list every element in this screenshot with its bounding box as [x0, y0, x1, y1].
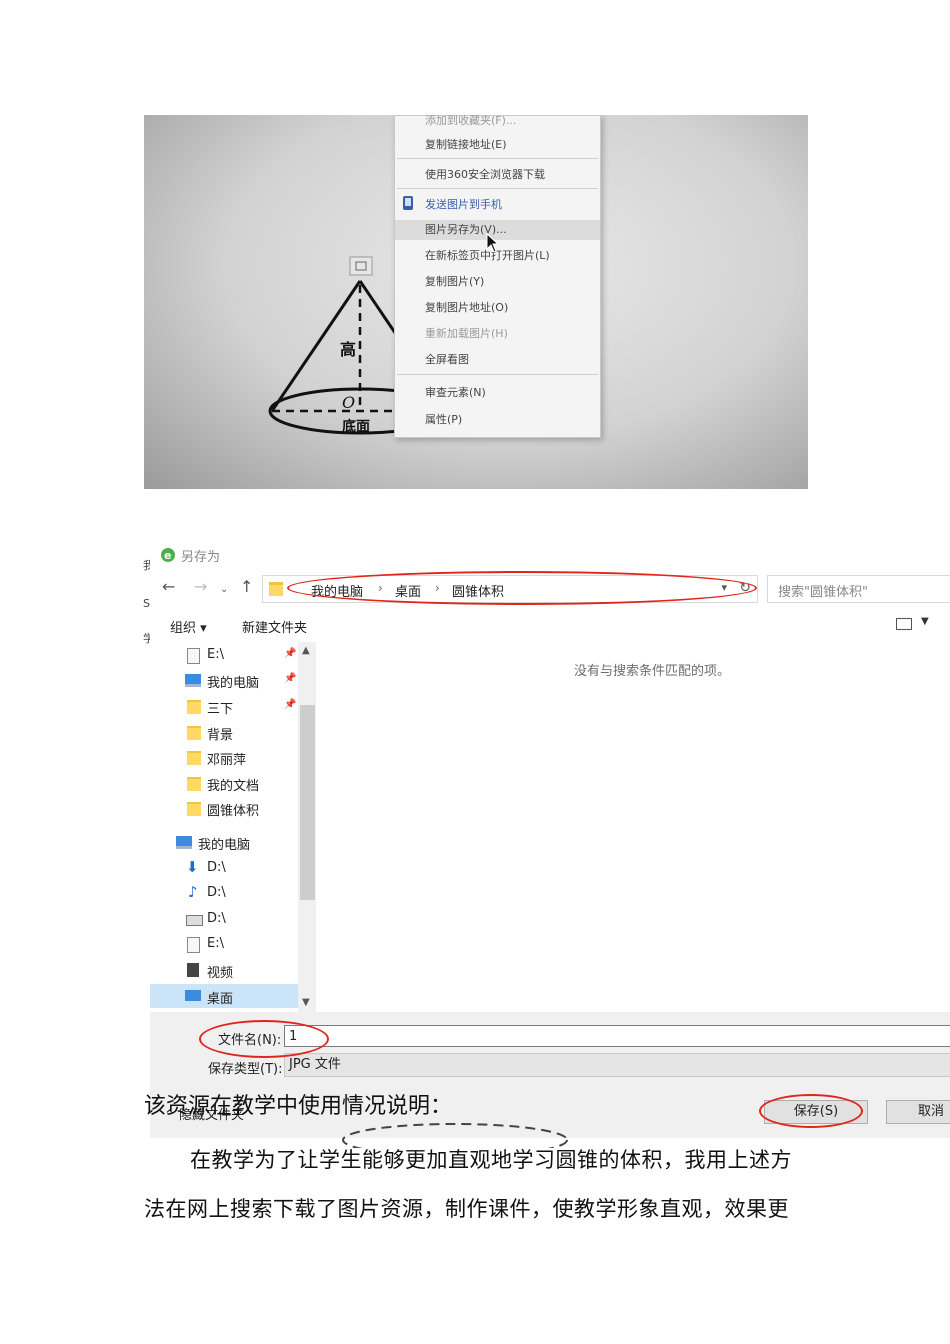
document-paragraph-line: 在教学为了让学生能够更加直观地学习圆锥的体积，我用上述方 [190, 1148, 792, 1172]
organize-button[interactable]: 组织 ▾ [170, 617, 207, 636]
menu-item-fullscreen[interactable]: 全屏看图 [425, 350, 469, 370]
nav-item-label: D:\ [207, 911, 226, 926]
empty-message: 没有与搜索条件匹配的项。 [574, 664, 731, 679]
dialog-title: 另存为 [181, 550, 221, 565]
folder-icon [187, 777, 201, 791]
film-icon [187, 963, 199, 977]
menu-item-360-download[interactable]: 使用360安全浏览器下载 [425, 165, 545, 185]
scroll-down-icon[interactable]: ▼ [302, 997, 310, 1008]
search-box[interactable]: 搜索"圆锥体积" [767, 575, 950, 603]
nav-item-e-drive-2[interactable]: E:\ [150, 932, 298, 956]
annotation-oval-save [759, 1094, 863, 1128]
nav-item-label: 背景 [207, 728, 234, 743]
nav-item-videos[interactable]: 视频 [150, 958, 298, 982]
document-paragraph-line: 法在网上搜索下载了图片资源，制作课件，使教学形象直观，效果更 [144, 1197, 789, 1221]
dialog-titlebar: e 另存为 [150, 540, 950, 570]
nav-item-label: 邓丽萍 [207, 753, 247, 768]
up-arrow-icon[interactable]: ↑ [240, 578, 253, 596]
folder-icon [187, 751, 201, 765]
height-label: 高 [340, 340, 356, 359]
pin-icon[interactable]: 📌 [284, 699, 296, 710]
recent-chevron-icon[interactable]: ⌄ [220, 581, 228, 599]
menu-separator [397, 158, 598, 159]
nav-item-desktop[interactable]: 桌面 [150, 984, 298, 1008]
drive-icon [187, 648, 200, 664]
base-label: 底面 [342, 418, 370, 435]
nav-item-my-documents[interactable]: 我的文档 [150, 771, 298, 795]
nav-item-label: 三下 [207, 702, 234, 717]
music-note-icon: ♪ [188, 883, 198, 901]
folder-icon [269, 582, 283, 596]
menu-item-reload-image[interactable]: 重新加载图片(H) [425, 324, 508, 344]
document-heading: 该资源在教学中使用情况说明： [144, 1094, 453, 1119]
folder-icon [187, 802, 201, 816]
folder-icon [187, 726, 201, 740]
menu-item-send-to-phone[interactable]: 发送图片到手机 [425, 195, 502, 215]
pin-icon[interactable]: 📌 [284, 648, 296, 659]
nav-item-label: D:\ [207, 885, 226, 900]
view-options-icon[interactable] [896, 618, 912, 630]
nav-item-d-drive-disk[interactable]: D:\ [150, 907, 298, 931]
nav-item-e-drive[interactable]: E:\ 📌 [150, 643, 298, 667]
annotation-oval-filename [199, 1020, 329, 1058]
file-list-area[interactable]: 没有与搜索条件匹配的项。 [316, 642, 950, 1012]
drive-icon [187, 937, 200, 953]
nav-item-label: 我的电脑 [207, 676, 260, 691]
folder-icon [187, 700, 201, 714]
nav-item-cone-volume[interactable]: 圆锥体积 [150, 796, 298, 820]
new-folder-button[interactable]: 新建文件夹 [242, 617, 307, 636]
menu-separator [397, 188, 598, 189]
dialog-toolbar: 组织 ▾ 新建文件夹 ▼ [150, 606, 950, 643]
scrollbar-thumb[interactable] [300, 705, 315, 900]
chevron-down-icon[interactable]: ▼ [921, 616, 929, 627]
browser-e-icon: e [161, 548, 175, 562]
nav-item-label: D:\ [207, 860, 226, 875]
menu-item-add-favorite[interactable]: 添加到收藏夹(F)... [425, 115, 516, 131]
search-placeholder: 搜索"圆锥体积" [778, 585, 868, 600]
cancel-button[interactable]: 取消 [886, 1100, 950, 1124]
nav-item-my-computer-quick[interactable]: 我的电脑 📌 [150, 668, 298, 692]
back-arrow-icon[interactable]: ← [162, 578, 175, 596]
nav-item-background[interactable]: 背景 [150, 720, 298, 744]
nav-item-d-drive-music[interactable]: ♪ D:\ [150, 881, 298, 905]
menu-item-copy-image-address[interactable]: 复制图片地址(O) [425, 298, 508, 318]
nav-item-label: 我的电脑 [198, 838, 251, 853]
nav-item-label: 我的文档 [207, 779, 260, 794]
menu-item-copy-image[interactable]: 复制图片(Y) [425, 272, 484, 292]
nav-item-deng-liping[interactable]: 邓丽萍 [150, 745, 298, 769]
annotation-oval-address [287, 571, 757, 605]
menu-item-properties[interactable]: 属性(P) [425, 410, 462, 430]
nav-item-label: E:\ [207, 647, 224, 662]
cone-photo: 高 O 底面 添加到收藏夹(F)... 复制链接地址(E) 使用360安全浏览器… [144, 115, 808, 489]
center-label: O [342, 393, 355, 412]
svg-text:e: e [164, 549, 171, 562]
download-arrow-icon: ⬇ [186, 858, 199, 876]
nav-item-sanxia[interactable]: 三下 📌 [150, 694, 298, 718]
computer-icon [176, 836, 192, 849]
menu-separator [397, 374, 598, 375]
desktop-icon [185, 990, 201, 1001]
filetype-select[interactable]: JPG 文件 [284, 1053, 950, 1077]
nav-item-d-drive-downloads[interactable]: ⬇ D:\ [150, 856, 298, 880]
phone-icon [403, 196, 413, 210]
menu-item-copy-link[interactable]: 复制链接地址(E) [425, 135, 507, 155]
nav-item-label: 圆锥体积 [207, 804, 260, 819]
nav-item-label: E:\ [207, 936, 224, 951]
cursor-icon [486, 233, 500, 253]
menu-item-inspect[interactable]: 审查元素(N) [425, 383, 486, 403]
nav-item-label: 桌面 [207, 992, 234, 1007]
context-menu: 添加到收藏夹(F)... 复制链接地址(E) 使用360安全浏览器下载 发送图片… [394, 115, 601, 438]
computer-icon [185, 674, 201, 687]
filename-input[interactable]: 1 [284, 1025, 950, 1047]
nav-item-label: 视频 [207, 966, 234, 981]
scroll-up-icon[interactable]: ▲ [302, 645, 310, 656]
disk-icon [186, 915, 203, 926]
filetype-label: 保存类型(T): [208, 1062, 283, 1077]
navigation-pane: E:\ 📌 我的电脑 📌 三下 📌 背景 邓丽萍 我的文档 圆锥体积 我的电脑 … [150, 642, 298, 1012]
pin-icon[interactable]: 📌 [284, 673, 296, 684]
strip-char: S [143, 597, 150, 610]
forward-arrow-icon[interactable]: → [194, 578, 207, 596]
nav-item-my-computer[interactable]: 我的电脑 [150, 830, 298, 854]
